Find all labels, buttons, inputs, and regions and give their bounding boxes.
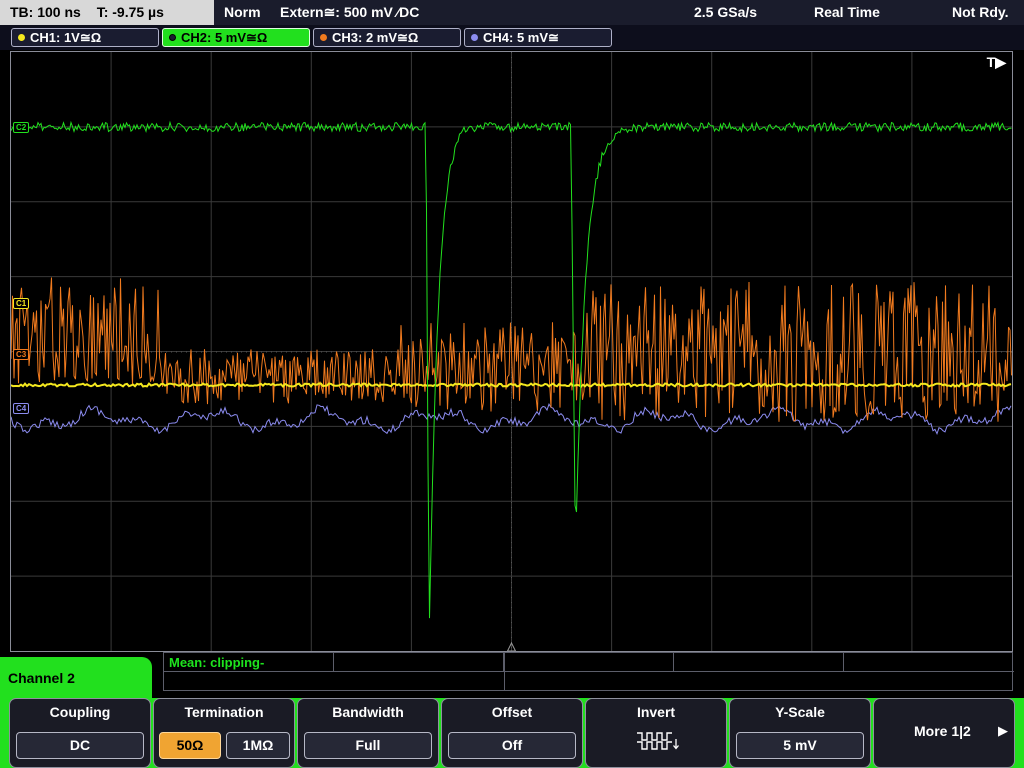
- trigger-status: Not Rdy.: [952, 4, 1009, 20]
- termination-50ohm-option[interactable]: 50Ω: [159, 732, 221, 759]
- trigger-setting[interactable]: Extern≅: 500 mV ⁄DC: [280, 0, 419, 25]
- coupling-title: Coupling: [49, 704, 111, 720]
- ch2-reference-marker[interactable]: C2: [13, 122, 30, 133]
- tab-ch4[interactable]: CH4: 5 mV≅: [464, 28, 612, 47]
- tab-ch1-label: CH1: 1V≅Ω: [30, 30, 102, 45]
- right-arrow-icon: ▶: [998, 723, 1008, 738]
- yscale-value[interactable]: 5 mV: [736, 732, 864, 759]
- acquisition-mode[interactable]: Norm: [224, 0, 261, 25]
- termination-title: Termination: [184, 704, 264, 720]
- menu-title: Channel 2: [0, 657, 152, 701]
- termination-softkey[interactable]: Termination 50Ω 1MΩ: [153, 698, 295, 768]
- bandwidth-softkey[interactable]: Bandwidth Full: [297, 698, 439, 768]
- status-bar: TB: 100 ns T: -9.75 µs Norm Extern≅: 500…: [0, 0, 1024, 25]
- ch1-dot-icon: [18, 34, 25, 41]
- measurement-panel[interactable]: Mean: clipping-: [163, 652, 1014, 691]
- ch1-reference-marker[interactable]: C1: [13, 298, 30, 309]
- ch3-reference-marker[interactable]: C3: [13, 349, 30, 360]
- yscale-title: Y-Scale: [775, 704, 825, 720]
- sample-rate: 2.5 GSa/s: [694, 4, 758, 20]
- coupling-softkey[interactable]: Coupling DC: [9, 698, 151, 768]
- waveform-canvas: [11, 52, 1012, 651]
- more-label: More 1|2: [914, 723, 971, 739]
- offset-value[interactable]: Off: [448, 732, 576, 759]
- softkey-bar: Coupling DC Termination 50Ω 1MΩ Bandwidt…: [0, 698, 1024, 768]
- measurement-result: Mean: clipping-: [169, 655, 265, 670]
- measurement-cell: [334, 653, 504, 672]
- tab-ch4-label: CH4: 5 mV≅: [483, 30, 559, 45]
- tab-ch2-label: CH2: 5 mV≅Ω: [181, 30, 268, 45]
- timebase-box[interactable]: TB: 100 ns T: -9.75 µs: [0, 0, 214, 25]
- channel-tabs: CH1: 1V≅Ω CH2: 5 mV≅Ω CH3: 2 mV≅Ω CH4: 5…: [0, 25, 1024, 50]
- measurement-cell: [844, 653, 1014, 672]
- tab-ch3-label: CH3: 2 mV≅Ω: [332, 30, 419, 45]
- ch4-dot-icon: [471, 34, 478, 41]
- ch2-dot-icon: [169, 34, 176, 41]
- trigger-position-icon: T▶: [986, 54, 1006, 70]
- more-softkey[interactable]: More 1|2 ▶: [873, 698, 1015, 768]
- coupling-value[interactable]: DC: [16, 732, 144, 759]
- yscale-softkey[interactable]: Y-Scale 5 mV: [729, 698, 871, 768]
- ch3-dot-icon: [320, 34, 327, 41]
- ch4-reference-marker[interactable]: C4: [13, 403, 30, 414]
- trigger-time-label: T: -9.75 µs: [96, 4, 164, 20]
- termination-1mohm-option[interactable]: 1MΩ: [226, 732, 290, 759]
- offset-softkey[interactable]: Offset Off: [441, 698, 583, 768]
- tab-ch3[interactable]: CH3: 2 mV≅Ω: [313, 28, 461, 47]
- tab-ch1[interactable]: CH1: 1V≅Ω: [11, 28, 159, 47]
- timebase-label: TB: 100 ns: [10, 4, 81, 20]
- tab-ch2[interactable]: CH2: 5 mV≅Ω: [162, 28, 310, 47]
- measurement-cell: [504, 653, 674, 672]
- bandwidth-title: Bandwidth: [332, 704, 404, 720]
- measurement-divider: [504, 653, 505, 690]
- waveform-display[interactable]: T▶ C2 C1 C3 C4: [10, 51, 1013, 652]
- offset-title: Offset: [491, 704, 533, 720]
- invert-title: Invert: [636, 704, 676, 720]
- bandwidth-value[interactable]: Full: [304, 732, 432, 759]
- invert-waveform-icon: [637, 732, 679, 750]
- measurement-cell: [674, 653, 844, 672]
- acquisition-type: Real Time: [814, 4, 880, 20]
- invert-softkey[interactable]: Invert: [585, 698, 727, 768]
